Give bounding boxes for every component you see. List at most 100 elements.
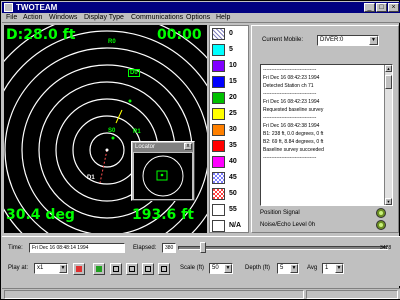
title-bar: TWOTEAM _ □ × bbox=[2, 2, 400, 13]
legend-swatch bbox=[212, 76, 225, 88]
sonar-rings bbox=[4, 25, 207, 233]
legend-label: 25 bbox=[229, 110, 237, 117]
log-line: Baseline survey succeeded bbox=[263, 147, 324, 153]
marker-d0[interactable]: D0 bbox=[128, 69, 140, 77]
log-line: Fri Dec 16 08:42:23 1994 bbox=[263, 99, 320, 105]
play-at-label: Play at: bbox=[8, 265, 29, 271]
legend-label: 15 bbox=[229, 78, 237, 85]
fast-forward-icon bbox=[161, 266, 167, 272]
legend-item: N/A bbox=[210, 218, 248, 234]
scroll-up-icon[interactable]: ▲ bbox=[385, 65, 392, 72]
noise-level-label: Noise/Echo Level 0h bbox=[260, 222, 316, 228]
legend-swatch bbox=[212, 188, 225, 200]
chevron-down-icon[interactable]: ▼ bbox=[369, 36, 378, 45]
locator-window[interactable]: Locator x bbox=[131, 141, 195, 201]
legend-swatch bbox=[212, 124, 225, 136]
play-at-select[interactable]: x1 ▼ bbox=[34, 263, 68, 274]
chevron-down-icon[interactable]: ▼ bbox=[224, 264, 232, 273]
record-button[interactable] bbox=[73, 263, 85, 275]
legend-swatch bbox=[212, 108, 225, 120]
legend-item: 50 bbox=[210, 186, 248, 202]
legend-label: 45 bbox=[229, 174, 237, 181]
chevron-down-icon[interactable]: ▼ bbox=[59, 264, 67, 273]
locator-view[interactable] bbox=[134, 153, 192, 199]
menu-bar: File Action Windows Display Type Communi… bbox=[2, 13, 400, 23]
elapsed-field[interactable]: 380 bbox=[162, 243, 176, 253]
minimize-button[interactable]: _ bbox=[364, 3, 375, 12]
fast-forward-button[interactable] bbox=[158, 263, 170, 275]
legend-swatch bbox=[212, 156, 225, 168]
legend-item: 0 bbox=[210, 26, 248, 42]
menu-options[interactable]: Options bbox=[186, 13, 210, 23]
chevron-down-icon[interactable]: ▼ bbox=[290, 264, 298, 273]
elapsed-max-label: 3428 bbox=[380, 245, 392, 251]
rewind-button[interactable] bbox=[110, 263, 122, 275]
event-log[interactable]: ▲ ▼ -------------------------------- Fri … bbox=[260, 64, 393, 206]
bearing-readout: 30.4 deg bbox=[6, 207, 75, 223]
locator-map bbox=[142, 155, 184, 197]
position-signal-label: Position Signal bbox=[260, 210, 300, 216]
marker-r1[interactable]: R1 bbox=[133, 129, 141, 135]
play-button[interactable] bbox=[126, 263, 138, 275]
log-line: -------------------------------- bbox=[263, 115, 317, 121]
menu-display-type[interactable]: Display Type bbox=[84, 13, 124, 23]
legend-item: 20 bbox=[210, 90, 248, 106]
info-panel: Current Mobile: DIVER:0 ▼ ▲ ▼ ----------… bbox=[251, 25, 399, 233]
avg-select[interactable]: 1 ▼ bbox=[322, 263, 344, 274]
scale-label: Scale (ft) bbox=[180, 265, 205, 271]
stop-button[interactable] bbox=[93, 263, 105, 275]
depth-label: Depth (ft) bbox=[245, 265, 271, 271]
maximize-button[interactable]: □ bbox=[376, 3, 387, 12]
status-pane-main bbox=[4, 290, 304, 299]
scroll-thumb[interactable] bbox=[385, 75, 392, 89]
legend-swatch bbox=[212, 140, 225, 152]
legend-item: 25 bbox=[210, 106, 248, 122]
legend-label: 10 bbox=[229, 62, 237, 69]
position-signal-led-icon bbox=[376, 208, 386, 218]
depth-select[interactable]: 5 ▼ bbox=[277, 263, 299, 274]
marker-s0[interactable]: S0 bbox=[108, 128, 115, 134]
log-line: Detected Station ch 71 bbox=[263, 83, 314, 89]
legend-item: 35 bbox=[210, 138, 248, 154]
time-field[interactable]: Fri Dec 16 08:48:14 1994 bbox=[29, 243, 125, 253]
close-button[interactable]: × bbox=[388, 3, 399, 12]
legend-swatch bbox=[212, 28, 225, 40]
elapsed-slider[interactable] bbox=[178, 246, 388, 250]
legend-item: 15 bbox=[210, 74, 248, 90]
legend-label: 50 bbox=[229, 190, 237, 197]
log-scrollbar[interactable]: ▲ ▼ bbox=[384, 65, 392, 205]
legend-swatch bbox=[212, 220, 225, 232]
log-line: -------------------------------- bbox=[263, 67, 317, 73]
pause-button[interactable] bbox=[142, 263, 154, 275]
log-line: -------------------------------- bbox=[263, 91, 317, 97]
time-readout: 00:00 bbox=[157, 27, 202, 43]
sonar-display[interactable]: D:28.0 ft 00:00 30.4 deg 193.6 ft R0 D0 … bbox=[4, 25, 207, 233]
depth-value: 5 bbox=[280, 265, 284, 271]
menu-communications[interactable]: Communications bbox=[131, 13, 183, 23]
rewind-icon bbox=[113, 266, 119, 272]
play-icon bbox=[129, 266, 135, 272]
current-mobile-select[interactable]: DIVER:0 ▼ bbox=[317, 35, 379, 46]
scale-select[interactable]: 50 ▼ bbox=[209, 263, 233, 274]
chevron-down-icon[interactable]: ▼ bbox=[335, 264, 343, 273]
elapsed-slider-thumb[interactable] bbox=[200, 242, 207, 253]
legend-item: 40 bbox=[210, 154, 248, 170]
legend-item: 10 bbox=[210, 58, 248, 74]
locator-close-button[interactable]: x bbox=[184, 143, 192, 150]
legend-swatch bbox=[212, 60, 225, 72]
legend-label: 5 bbox=[229, 46, 233, 53]
app-window: TWOTEAM _ □ × File Action Windows Displa… bbox=[0, 0, 400, 300]
scroll-down-icon[interactable]: ▼ bbox=[385, 198, 392, 205]
log-line: -------------------------------- bbox=[263, 155, 317, 161]
log-line: Fri Dec 16 08:42:23 1994 bbox=[263, 75, 320, 81]
menu-windows[interactable]: Windows bbox=[49, 13, 77, 23]
marker-r0[interactable]: R0 bbox=[108, 39, 116, 45]
legend-label: 55 bbox=[229, 206, 237, 213]
menu-action[interactable]: Action bbox=[23, 13, 42, 23]
app-icon[interactable] bbox=[4, 3, 13, 12]
menu-help[interactable]: Help bbox=[216, 13, 230, 23]
marker-d1[interactable]: D1 bbox=[87, 175, 95, 181]
menu-file[interactable]: File bbox=[6, 13, 17, 23]
log-line: B2: 69 ft, 8.84 degrees, 0 ft bbox=[263, 139, 324, 145]
log-line: Requested baseline survey bbox=[263, 107, 324, 113]
